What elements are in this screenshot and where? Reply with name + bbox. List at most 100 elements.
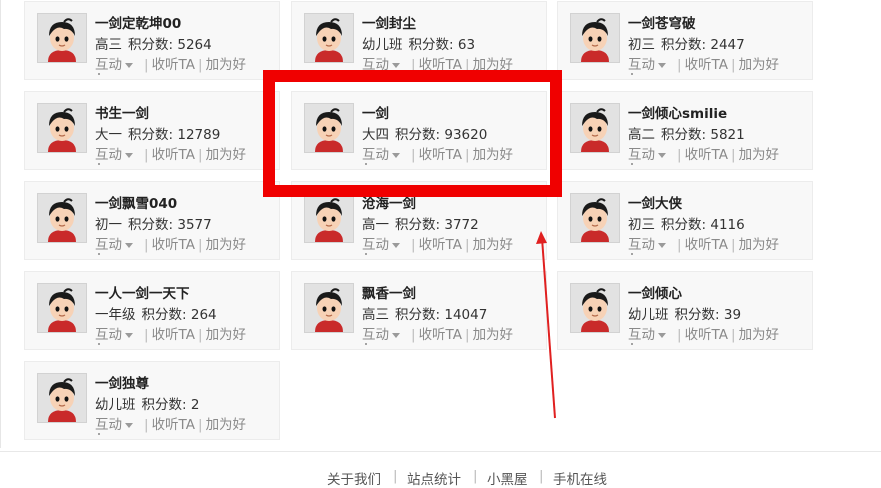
add-friend-link[interactable]: 加为好 — [473, 327, 514, 343]
action-separator: | — [465, 327, 470, 343]
add-friend-link[interactable]: 加为好 — [473, 147, 514, 163]
user-actions: 互动 | 收听TA | 加为好 — [362, 323, 513, 343]
follow-link[interactable]: 收听TA — [685, 327, 728, 343]
user-avatar[interactable] — [37, 373, 87, 423]
user-name[interactable]: 一剑封尘 — [362, 12, 416, 32]
user-avatar[interactable] — [37, 283, 87, 333]
add-friend-link[interactable]: 加为好 — [206, 237, 247, 253]
footer-link-mini[interactable]: 小黑屋 — [487, 468, 528, 488]
interact-dropdown[interactable]: 互动 — [628, 237, 655, 253]
interact-dropdown[interactable]: 互动 — [628, 147, 655, 163]
follow-link[interactable]: 收听TA — [152, 417, 195, 433]
interact-dropdown[interactable]: 互动 — [95, 327, 122, 343]
user-avatar[interactable] — [570, 193, 620, 243]
card-bottom-dot — [98, 73, 100, 75]
user-name[interactable]: 飘香一剑 — [362, 282, 416, 302]
user-meta: 大四 积分数: 93620 — [362, 123, 487, 143]
follow-link[interactable]: 收听TA — [152, 147, 195, 163]
add-friend-link[interactable]: 加为好 — [206, 417, 247, 433]
footer-link-stats[interactable]: 站点统计 — [407, 468, 461, 488]
user-name[interactable]: 书生一剑 — [95, 102, 149, 122]
follow-link[interactable]: 收听TA — [152, 57, 195, 73]
add-friend-link[interactable]: 加为好 — [473, 237, 514, 253]
interact-dropdown[interactable]: 互动 — [362, 237, 389, 253]
footer-separator: | — [393, 468, 398, 484]
add-friend-link[interactable]: 加为好 — [739, 147, 780, 163]
add-friend-link[interactable]: 加为好 — [206, 147, 247, 163]
follow-link[interactable]: 收听TA — [685, 147, 728, 163]
interact-dropdown[interactable]: 互动 — [362, 57, 389, 73]
user-name[interactable]: 一剑倾心smilie — [628, 102, 727, 122]
add-friend-link[interactable]: 加为好 — [739, 327, 780, 343]
action-separator: | — [731, 237, 736, 253]
add-friend-link[interactable]: 加为好 — [739, 237, 780, 253]
interact-dropdown[interactable]: 互动 — [628, 57, 655, 73]
follow-link[interactable]: 收听TA — [685, 57, 728, 73]
user-name[interactable]: 沧海一剑 — [362, 192, 416, 212]
action-separator: | — [144, 147, 149, 163]
user-actions: 互动 | 收听TA | 加为好 — [362, 143, 513, 163]
user-grade: 高一 — [362, 217, 389, 233]
user-name[interactable]: 一剑倾心 — [628, 282, 682, 302]
follow-link[interactable]: 收听TA — [685, 237, 728, 253]
score-label: 积分数: — [661, 37, 707, 53]
user-name[interactable]: 一剑独尊 — [95, 372, 149, 392]
user-avatar[interactable] — [570, 103, 620, 153]
user-name[interactable]: 一剑飘雪040 — [95, 192, 177, 212]
footer-link-mobile[interactable]: 手机在线 — [553, 468, 607, 488]
add-friend-link[interactable]: 加为好 — [206, 327, 247, 343]
user-avatar[interactable] — [570, 283, 620, 333]
action-separator: | — [465, 237, 470, 253]
cartoon-avatar-icon — [571, 14, 619, 62]
user-avatar[interactable] — [304, 103, 354, 153]
follow-link[interactable]: 收听TA — [419, 57, 462, 73]
interact-dropdown[interactable]: 互动 — [95, 147, 122, 163]
follow-link[interactable]: 收听TA — [152, 327, 195, 343]
user-name[interactable]: 一剑苍穹破 — [628, 12, 696, 32]
chevron-down-icon — [658, 332, 666, 338]
action-separator: | — [144, 57, 149, 73]
user-card: 飘香一剑 高三 积分数: 14047 互动 | 收听TA | 加为好 — [291, 271, 547, 350]
follow-link[interactable]: 收听TA — [419, 237, 462, 253]
user-avatar[interactable] — [304, 13, 354, 63]
user-actions: 互动 | 收听TA | 加为好 — [95, 323, 246, 343]
user-meta: 幼儿班 积分数: 63 — [362, 33, 475, 53]
user-name[interactable]: 一剑定乾坤00 — [95, 12, 181, 32]
user-name[interactable]: 一剑 — [362, 102, 389, 122]
chevron-down-icon — [658, 242, 666, 248]
user-score: 39 — [723, 307, 742, 323]
user-meta: 初三 积分数: 2447 — [628, 33, 745, 53]
user-avatar[interactable] — [37, 193, 87, 243]
chevron-down-icon — [658, 62, 666, 68]
user-score: 5821 — [710, 127, 745, 143]
interact-dropdown[interactable]: 互动 — [362, 147, 389, 163]
action-separator: | — [144, 417, 149, 433]
user-actions: 互动 | 收听TA | 加为好 — [628, 323, 779, 343]
user-avatar[interactable] — [304, 193, 354, 243]
user-name[interactable]: 一人一剑一天下 — [95, 282, 190, 302]
add-friend-link[interactable]: 加为好 — [206, 57, 247, 73]
follow-link[interactable]: 收听TA — [419, 327, 462, 343]
user-meta: 幼儿班 积分数: 2 — [95, 393, 199, 413]
interact-dropdown[interactable]: 互动 — [628, 327, 655, 343]
user-avatar[interactable] — [304, 283, 354, 333]
add-friend-link[interactable]: 加为好 — [473, 57, 514, 73]
follow-link[interactable]: 收听TA — [419, 147, 462, 163]
user-avatar[interactable] — [570, 13, 620, 63]
score-label: 积分数: — [128, 37, 174, 53]
interact-dropdown[interactable]: 互动 — [95, 237, 122, 253]
interact-dropdown[interactable]: 互动 — [362, 327, 389, 343]
footer-link-about[interactable]: 关于我们 — [327, 468, 381, 488]
card-bottom-dot — [365, 253, 367, 255]
user-card: 一剑定乾坤00 高三 积分数: 5264 互动 | 收听TA | 加为好 — [24, 1, 280, 80]
add-friend-link[interactable]: 加为好 — [739, 57, 780, 73]
follow-link[interactable]: 收听TA — [152, 237, 195, 253]
score-label: 积分数: — [661, 217, 707, 233]
interact-dropdown[interactable]: 互动 — [95, 417, 122, 433]
user-actions: 互动 | 收听TA | 加为好 — [628, 53, 779, 73]
interact-dropdown[interactable]: 互动 — [95, 57, 122, 73]
user-score: 2447 — [710, 37, 745, 53]
user-avatar[interactable] — [37, 13, 87, 63]
user-avatar[interactable] — [37, 103, 87, 153]
user-name[interactable]: 一剑大侠 — [628, 192, 682, 212]
